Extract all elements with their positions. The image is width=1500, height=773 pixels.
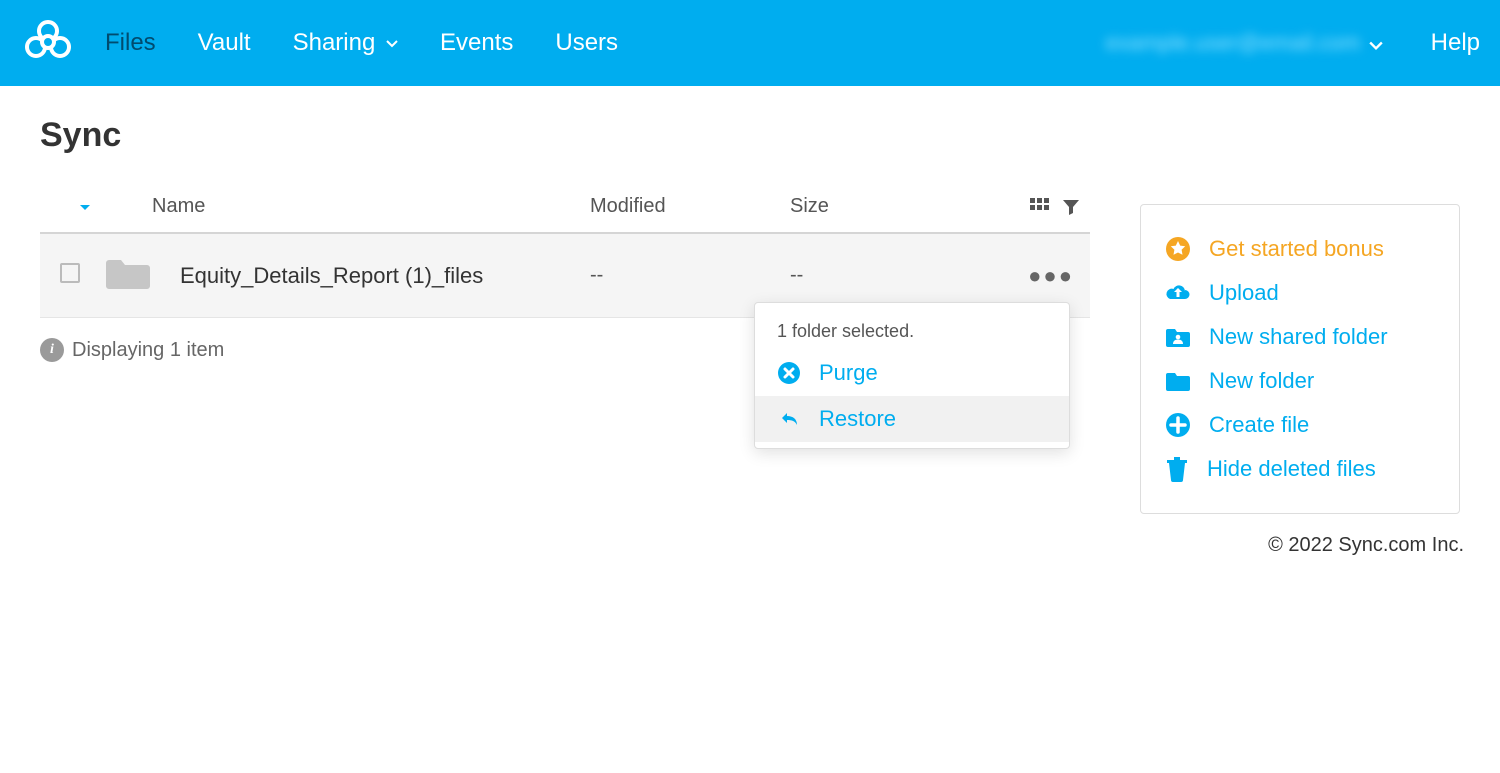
list-header: Name Modified Size: [40, 181, 1090, 234]
shared-folder-icon: [1165, 326, 1191, 348]
folder-icon: [105, 279, 151, 296]
nav-events[interactable]: Events: [440, 29, 513, 57]
main-nav: Files Vault Sharing Events Users: [105, 29, 618, 57]
status-text: Displaying 1 item: [72, 339, 224, 362]
sort-indicator[interactable]: [40, 195, 100, 218]
context-purge[interactable]: Purge: [755, 350, 1069, 396]
grid-view-icon[interactable]: [1030, 195, 1056, 217]
context-restore-label: Restore: [819, 406, 896, 432]
folder-icon: [1165, 370, 1191, 392]
close-circle-icon: [777, 361, 801, 385]
nav-help[interactable]: Help: [1431, 29, 1480, 57]
side-hide-deleted-label: Hide deleted files: [1207, 456, 1376, 482]
side-new-shared-folder-label: New shared folder: [1209, 324, 1388, 350]
star-circle-icon: [1165, 236, 1191, 262]
nav-vault[interactable]: Vault: [198, 29, 251, 57]
nav-users[interactable]: Users: [555, 29, 618, 57]
topbar: Files Vault Sharing Events Users example…: [0, 0, 1500, 86]
side-upload-label: Upload: [1209, 280, 1279, 306]
file-size: --: [790, 264, 990, 287]
context-menu-header: 1 folder selected.: [755, 315, 1069, 350]
user-menu[interactable]: example.user@email.com: [1106, 30, 1383, 56]
column-size[interactable]: Size: [790, 195, 990, 218]
trash-icon: [1165, 456, 1189, 482]
side-upload[interactable]: Upload: [1165, 271, 1435, 315]
side-create-file[interactable]: Create file: [1165, 403, 1435, 447]
side-hide-deleted[interactable]: Hide deleted files: [1165, 447, 1435, 491]
context-menu: 1 folder selected. Purge Restore: [754, 302, 1070, 449]
side-new-folder[interactable]: New folder: [1165, 359, 1435, 403]
side-panel: Get started bonus Upload New shared fold…: [1140, 204, 1460, 514]
undo-icon: [777, 407, 801, 431]
side-bonus-label: Get started bonus: [1209, 236, 1384, 262]
filter-icon[interactable]: [1062, 195, 1080, 217]
cloud-upload-icon: [1165, 282, 1191, 304]
file-listing: Sync Name Modified Size: [40, 116, 1090, 382]
footer-copyright: © 2022 Sync.com Inc.: [0, 522, 1500, 573]
column-modified[interactable]: Modified: [590, 195, 790, 218]
context-restore[interactable]: Restore: [755, 396, 1069, 442]
side-new-shared-folder[interactable]: New shared folder: [1165, 315, 1435, 359]
side-new-folder-label: New folder: [1209, 368, 1314, 394]
page-title: Sync: [40, 116, 1090, 155]
file-name[interactable]: Equity_Details_Report (1)_files: [156, 263, 590, 289]
nav-sharing[interactable]: Sharing: [293, 29, 398, 57]
file-modified: --: [590, 264, 790, 287]
chevron-down-icon: [1369, 37, 1383, 55]
more-actions-icon[interactable]: ●●●: [1028, 263, 1074, 288]
user-email: example.user@email.com: [1106, 30, 1361, 55]
nav-sharing-label: Sharing: [293, 29, 376, 56]
info-icon: i: [40, 338, 64, 362]
column-name[interactable]: Name: [100, 195, 590, 218]
side-bonus[interactable]: Get started bonus: [1165, 227, 1435, 271]
context-purge-label: Purge: [819, 360, 878, 386]
side-create-file-label: Create file: [1209, 412, 1309, 438]
chevron-down-icon: [386, 29, 398, 57]
plus-circle-icon: [1165, 412, 1191, 438]
nav-files[interactable]: Files: [105, 29, 156, 57]
row-checkbox[interactable]: [60, 263, 80, 283]
table-row[interactable]: Equity_Details_Report (1)_files -- -- ●●…: [40, 234, 1090, 318]
app-logo[interactable]: [20, 16, 75, 71]
